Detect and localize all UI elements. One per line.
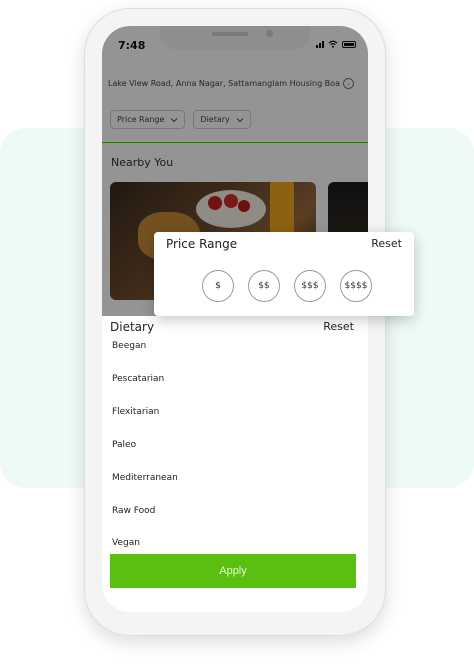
apply-button[interactable]: Apply [110, 554, 356, 588]
dietary-option-pescatarian[interactable]: Pescatarian [112, 374, 164, 384]
price-option-4[interactable]: $$$$ [340, 270, 372, 302]
dietary-option-vegan[interactable]: Vegan [112, 538, 140, 548]
dietary-sheet: Dietary Reset Beegan Pescatarian Flexita… [102, 316, 368, 612]
dietary-option-mediterranean[interactable]: Mediterranean [112, 473, 178, 483]
price-option-1[interactable]: $ [202, 270, 234, 302]
price-options: $ $$ $$$ $$$$ [202, 270, 372, 302]
phone-screen: 7:48 Lake View Road, Anna Nagar, Sattama… [102, 26, 368, 612]
dietary-option-beegan[interactable]: Beegan [112, 341, 146, 351]
price-range-popup: Price Range Reset $ $$ $$$ $$$$ [154, 232, 414, 316]
price-range-reset-button[interactable]: Reset [371, 237, 402, 250]
price-range-title: Price Range [166, 237, 238, 251]
dietary-option-paleo[interactable]: Paleo [112, 440, 136, 450]
price-option-2[interactable]: $$ [248, 270, 280, 302]
dietary-title: Dietary [110, 320, 155, 334]
dietary-option-raw-food[interactable]: Raw Food [112, 506, 155, 516]
dietary-option-flexitarian[interactable]: Flexitarian [112, 407, 159, 417]
price-option-3[interactable]: $$$ [294, 270, 326, 302]
dietary-reset-button[interactable]: Reset [323, 320, 354, 333]
